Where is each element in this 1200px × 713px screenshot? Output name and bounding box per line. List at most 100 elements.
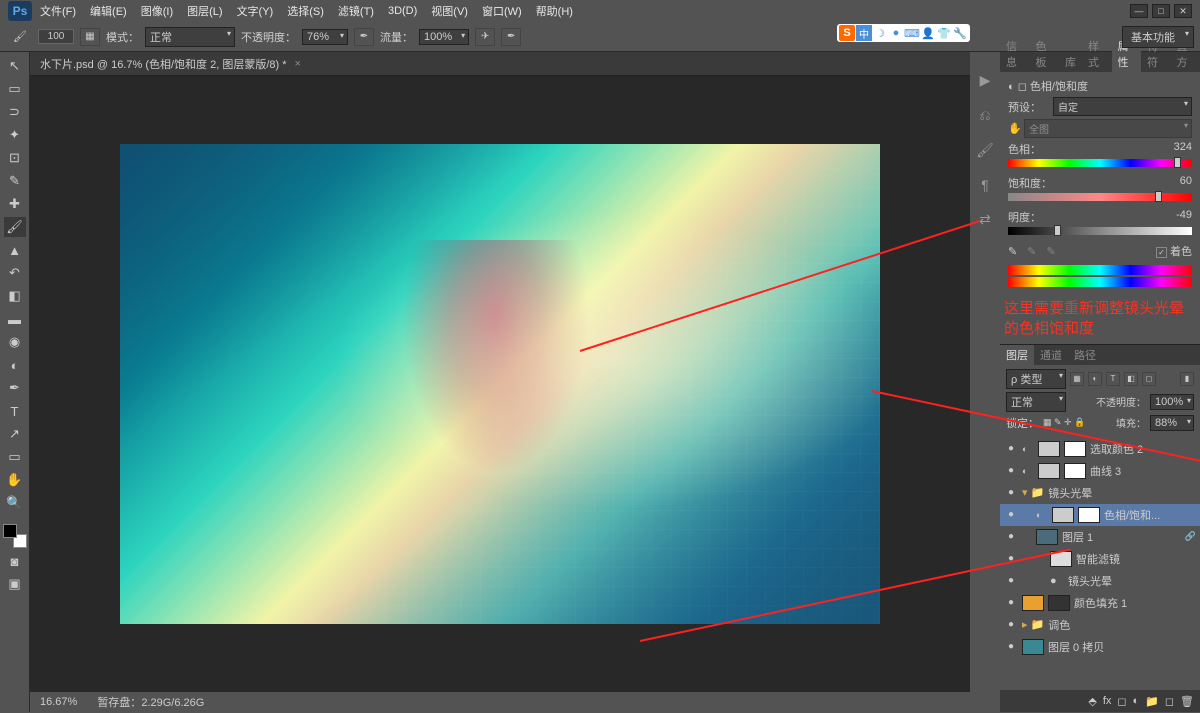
- brush-tool[interactable]: 🖌: [4, 217, 26, 237]
- tab-swatch[interactable]: 色板: [1030, 36, 1060, 72]
- layer-row[interactable]: ● ▸ 📁 调色: [1000, 614, 1200, 636]
- layer-name[interactable]: 曲线 3: [1090, 463, 1196, 479]
- screenmode-tool[interactable]: ▣: [4, 574, 26, 594]
- menu-view[interactable]: 视图(V): [431, 3, 468, 19]
- eyedropper-tool[interactable]: ✎: [4, 171, 26, 191]
- visibility-icon[interactable]: ●: [1004, 597, 1018, 608]
- mask-thumb[interactable]: [1064, 441, 1086, 457]
- hand-tool[interactable]: ✋: [4, 470, 26, 490]
- layer-row[interactable]: ●▾ 📁镜头光晕: [1000, 482, 1200, 504]
- eyedropper-plus-icon[interactable]: ✎: [1027, 245, 1036, 258]
- filter-shape-icon[interactable]: ◧: [1124, 372, 1138, 386]
- menu-3d[interactable]: 3D(D): [388, 5, 417, 17]
- light-slider[interactable]: [1008, 227, 1192, 235]
- close-button[interactable]: ✕: [1174, 4, 1192, 18]
- mask-icon[interactable]: ◻: [1117, 695, 1126, 708]
- layer-row[interactable]: ●图层 0 拷贝: [1000, 636, 1200, 658]
- sat-slider[interactable]: [1008, 193, 1192, 201]
- light-value[interactable]: -49: [1176, 209, 1192, 225]
- layer-row[interactable]: ●◐选取颜色 2: [1000, 438, 1200, 460]
- layer-row[interactable]: ●●镜头光晕: [1000, 570, 1200, 592]
- trash-icon[interactable]: 🗑: [1180, 695, 1194, 708]
- lock-icons[interactable]: ▦ ✎ ✛ 🔒: [1043, 417, 1085, 428]
- hand-icon[interactable]: ✋: [1008, 122, 1024, 135]
- menu-type[interactable]: 文字(Y): [237, 3, 274, 19]
- ime-shirt-icon[interactable]: 👕: [936, 25, 952, 41]
- colorize-checkbox[interactable]: ✓: [1156, 247, 1167, 258]
- pressure-opacity-button[interactable]: ✒: [354, 28, 374, 46]
- link-layer-icon[interactable]: ⬘: [1088, 695, 1096, 708]
- mask-thumb[interactable]: [1064, 463, 1086, 479]
- swap-icon[interactable]: ⇄: [979, 211, 991, 228]
- visibility-icon[interactable]: ●: [1004, 465, 1018, 476]
- tab-channels[interactable]: 通道: [1034, 345, 1068, 365]
- layer-name[interactable]: 色相/饱和...: [1104, 507, 1196, 523]
- document-tab[interactable]: 水下片.psd @ 16.7% (色相/饱和度 2, 图层蒙版/8) * ×: [30, 52, 970, 76]
- visibility-icon[interactable]: ●: [1004, 619, 1018, 630]
- layer-thumb[interactable]: [1052, 507, 1074, 523]
- menu-window[interactable]: 窗口(W): [482, 3, 522, 19]
- mask-thumb[interactable]: [1048, 595, 1070, 611]
- close-tab-icon[interactable]: ×: [295, 58, 301, 70]
- crop-tool[interactable]: ⊡: [4, 148, 26, 168]
- sat-value[interactable]: 60: [1180, 175, 1192, 191]
- layer-row[interactable]: ●图层 1🔗: [1000, 526, 1200, 548]
- blend-mode-select[interactable]: 正常: [145, 27, 235, 47]
- group-icon[interactable]: 📁: [1145, 695, 1159, 708]
- layer-name[interactable]: 镜头光晕: [1068, 573, 1196, 589]
- flow-select[interactable]: 100%: [419, 29, 469, 45]
- menu-edit[interactable]: 编辑(E): [90, 3, 127, 19]
- folder-icon[interactable]: ▸ 📁: [1022, 618, 1044, 631]
- airbrush-button[interactable]: ✈: [475, 28, 495, 46]
- menu-help[interactable]: 帮助(H): [536, 3, 573, 19]
- fill-select[interactable]: 88%: [1150, 415, 1194, 431]
- path-tool[interactable]: ↗: [4, 424, 26, 444]
- heal-tool[interactable]: ✚: [4, 194, 26, 214]
- eyedropper-icon[interactable]: ✎: [1008, 245, 1017, 258]
- fx-icon[interactable]: fx: [1103, 695, 1112, 707]
- layer-opacity-select[interactable]: 100%: [1150, 394, 1194, 410]
- ime-moon-icon[interactable]: ☽: [872, 25, 888, 41]
- tab-paths[interactable]: 路径: [1068, 345, 1102, 365]
- layer-name[interactable]: 调色: [1048, 617, 1196, 633]
- opacity-select[interactable]: 76%: [302, 29, 348, 45]
- ime-person-icon[interactable]: 👤: [920, 25, 936, 41]
- tab-style[interactable]: 样式: [1082, 36, 1112, 72]
- visibility-icon[interactable]: ●: [1004, 531, 1018, 542]
- folder-icon[interactable]: ▾ 📁: [1022, 486, 1044, 499]
- layer-thumb[interactable]: [1038, 441, 1060, 457]
- menu-file[interactable]: 文件(F): [40, 3, 76, 19]
- tab-info[interactable]: 信息: [1000, 36, 1030, 72]
- filter-smart-icon[interactable]: ◻: [1142, 372, 1156, 386]
- ime-toolbar[interactable]: S 中 ☽ ● ⌨ 👤 👕 🔧: [837, 24, 970, 42]
- marquee-tool[interactable]: ▭: [4, 79, 26, 99]
- brush-panel-button[interactable]: ▦: [80, 28, 100, 46]
- brush-preset-icon[interactable]: 🖌: [976, 142, 994, 159]
- wand-tool[interactable]: ✦: [4, 125, 26, 145]
- history-brush-tool[interactable]: ↶: [4, 263, 26, 283]
- tab-lib[interactable]: 库: [1059, 52, 1082, 72]
- menu-image[interactable]: 图像(I): [141, 3, 173, 19]
- filter-adj-icon[interactable]: ◐: [1088, 372, 1102, 386]
- shape-tool[interactable]: ▭: [4, 447, 26, 467]
- layer-row[interactable]: ●◐曲线 3: [1000, 460, 1200, 482]
- layer-name[interactable]: 图层 1: [1062, 529, 1181, 545]
- color-swatches[interactable]: [3, 524, 27, 548]
- menu-select[interactable]: 选择(S): [287, 3, 324, 19]
- fx-toggle-icon[interactable]: ●: [1050, 575, 1064, 587]
- layer-name[interactable]: 颜色填充 1: [1074, 595, 1196, 611]
- filter-pixel-icon[interactable]: ▦: [1070, 372, 1084, 386]
- visibility-icon[interactable]: ●: [1004, 509, 1018, 520]
- visibility-icon[interactable]: ●: [1004, 443, 1018, 454]
- layer-thumb[interactable]: [1038, 463, 1060, 479]
- stamp-tool[interactable]: ▲: [4, 240, 26, 260]
- dodge-tool[interactable]: ◐: [4, 355, 26, 375]
- lasso-tool[interactable]: ⊃: [4, 102, 26, 122]
- layer-name[interactable]: 图层 0 拷贝: [1048, 639, 1196, 655]
- zoom-level[interactable]: 16.67%: [40, 696, 77, 708]
- pressure-size-button[interactable]: ✒: [501, 28, 521, 46]
- move-tool[interactable]: ↖: [4, 56, 26, 76]
- layer-thumb[interactable]: [1022, 595, 1044, 611]
- layer-blend-select[interactable]: 正常: [1006, 392, 1066, 412]
- ime-keyboard-icon[interactable]: ⌨: [904, 25, 920, 41]
